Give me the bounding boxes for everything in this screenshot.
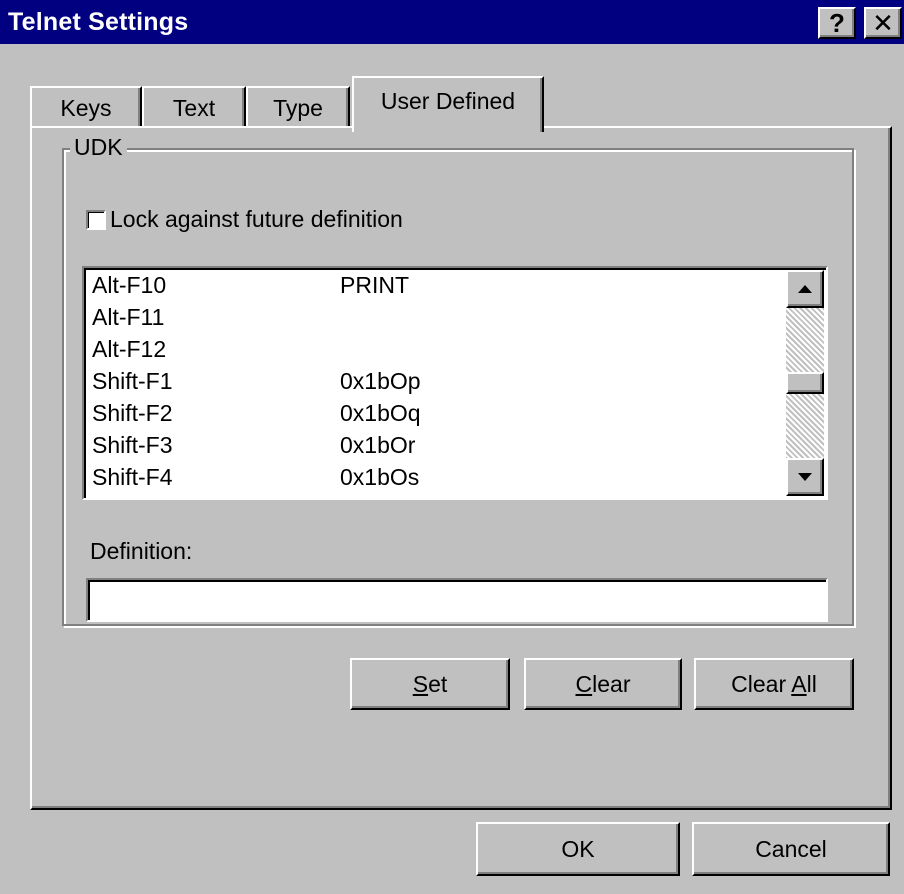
window-title: Telnet Settings xyxy=(8,8,189,36)
list-item[interactable]: Shift-F3 0x1bOr xyxy=(92,432,640,464)
arrow-up-icon xyxy=(798,285,812,293)
close-button[interactable]: ✕ xyxy=(864,7,902,39)
list-item-key: Alt-F11 xyxy=(92,304,165,330)
list-item-value xyxy=(340,304,640,336)
list-item[interactable]: Shift-F2 0x1bOq xyxy=(92,400,640,432)
list-item-value: 0x1bOp xyxy=(340,368,421,394)
list-item[interactable]: Alt-F11 xyxy=(92,304,640,336)
list-item-key: Alt-F12 xyxy=(92,336,167,362)
help-button[interactable]: ? xyxy=(818,7,856,39)
definition-label: Definition: xyxy=(90,538,193,564)
ok-button[interactable]: OK xyxy=(476,822,680,876)
lock-checkbox[interactable] xyxy=(86,209,106,230)
list-item-value: 0x1bOr xyxy=(340,432,416,458)
list-item-key: Shift-F4 xyxy=(92,464,173,490)
udk-group: UDK Lock against future definition Alt-F… xyxy=(62,134,854,626)
clear-all-button-label: Clear All xyxy=(731,670,817,697)
scroll-thumb[interactable] xyxy=(786,372,824,394)
set-button[interactable]: Set xyxy=(350,658,510,710)
lock-checkbox-label: Lock against future definition xyxy=(110,206,403,232)
lock-checkbox-row[interactable]: Lock against future definition xyxy=(86,206,403,233)
set-button-label: Set xyxy=(412,670,448,697)
list-item-key: Shift-F3 xyxy=(92,432,173,458)
list-item[interactable]: Shift-F4 0x1bOs xyxy=(92,464,640,496)
tab-type[interactable]: Type xyxy=(246,86,350,128)
list-item-value: 0x1bOq xyxy=(340,400,421,426)
arrow-down-icon xyxy=(798,473,812,481)
list-item-key: Alt-F10 xyxy=(92,272,167,298)
list-item-value: 0x1bOs xyxy=(340,464,420,490)
list-item-value xyxy=(340,336,640,368)
list-item-key: Shift-F1 xyxy=(92,368,173,394)
list-item[interactable]: Alt-F12 xyxy=(92,336,640,368)
clear-all-button[interactable]: Clear All xyxy=(694,658,854,710)
vertical-scrollbar[interactable] xyxy=(786,270,824,496)
scroll-down-button[interactable] xyxy=(786,458,824,496)
title-bar: Telnet Settings ? ✕ xyxy=(0,0,904,44)
help-icon: ? xyxy=(829,8,845,38)
list-item-value: PRINT xyxy=(340,272,409,298)
list-item[interactable]: Alt-F10 PRINT xyxy=(92,272,640,304)
tab-keys[interactable]: Keys xyxy=(30,86,142,128)
close-icon: ✕ xyxy=(872,8,894,38)
cancel-button[interactable]: Cancel xyxy=(692,822,890,876)
udk-group-label: UDK xyxy=(70,134,127,161)
tab-panel: UDK Lock against future definition Alt-F… xyxy=(30,126,892,810)
tab-user-defined[interactable]: User Defined xyxy=(352,76,544,132)
clear-button[interactable]: Clear xyxy=(524,658,682,710)
list-item[interactable]: Shift-F1 0x1bOp xyxy=(92,368,640,400)
scroll-up-button[interactable] xyxy=(786,270,824,308)
list-item-key: Shift-F2 xyxy=(92,400,173,426)
tab-text[interactable]: Text xyxy=(142,86,246,128)
clear-button-label: Clear xyxy=(575,670,631,697)
definition-input[interactable] xyxy=(86,578,828,622)
key-definition-list[interactable]: Alt-F10 PRINT Alt-F11 Alt-F12 Shift-F1 0… xyxy=(82,266,828,500)
